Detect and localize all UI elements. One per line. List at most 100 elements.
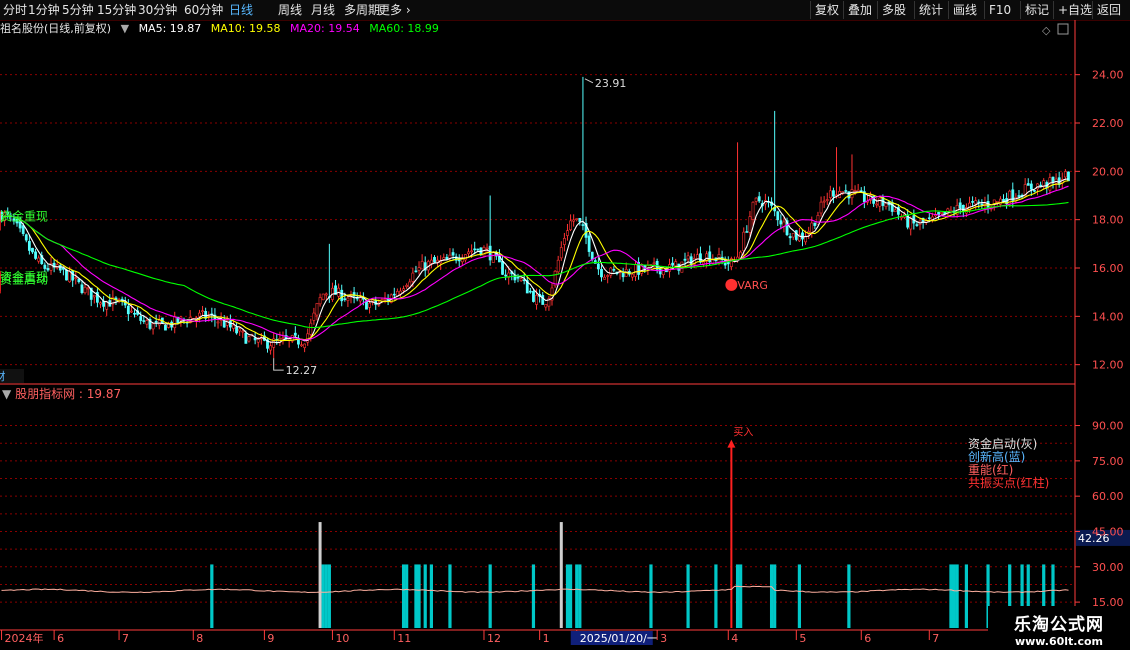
indicator-bar-cyan: [488, 564, 492, 628]
x-tick-label: 8: [196, 632, 203, 645]
candle-body: [256, 338, 260, 343]
indicator-bar-cyan: [448, 564, 452, 628]
diamond-icon[interactable]: ◇: [1042, 24, 1051, 37]
indicator-bar-cyan: [405, 564, 409, 628]
x-tick-label: 9: [267, 632, 274, 645]
candle-body: [65, 269, 68, 281]
candle-body: [99, 302, 102, 305]
candle-body: [293, 332, 297, 336]
candle-body: [683, 258, 687, 261]
indicator-bar-cyan: [773, 564, 777, 628]
window-icon[interactable]: [1057, 23, 1069, 35]
indicator-panel: 买入42.26: [1, 427, 1130, 628]
candle-body: [794, 230, 798, 240]
candle-body: [324, 293, 328, 296]
candle-body: [343, 298, 347, 300]
indicator-bar-cyan: [769, 564, 774, 628]
y-tick-label: 16.00: [1092, 262, 1124, 275]
candle-body: [238, 328, 242, 332]
candle-body: [504, 274, 508, 277]
indicator-bar-cyan: [735, 564, 740, 628]
candle-body: [745, 231, 749, 233]
candle-body: [748, 216, 752, 233]
candle-body: [476, 248, 480, 251]
indicator-bar-cyan: [414, 564, 418, 628]
watermark-title: 乐淘公式网: [1014, 615, 1104, 635]
chevron-down-icon[interactable]: ▼: [2, 387, 11, 401]
candle-body: [31, 247, 34, 253]
indicator-bar-cyan: [423, 564, 427, 628]
indicator-title: 股朋指标网 : 19.87: [15, 387, 122, 401]
candle-body: [222, 320, 226, 328]
candle-body: [309, 322, 313, 335]
indicator-bar-cyan: [955, 564, 959, 628]
candle-body: [86, 287, 90, 290]
candle-body: [853, 190, 857, 192]
indicator-bar-cyan: [531, 564, 536, 628]
candle-body: [198, 312, 201, 317]
candle-body: [603, 276, 606, 280]
candle-body: [980, 203, 984, 206]
candle-body: [884, 202, 888, 207]
indicator-title-bar: ▼ 股朋指标网 : 19.87: [2, 386, 121, 402]
candle-body: [596, 263, 600, 270]
candle-body: [420, 261, 424, 270]
candle-body: [699, 253, 702, 263]
candle-body: [810, 222, 814, 233]
x-tick-label: 11: [397, 632, 411, 645]
candle-body: [442, 257, 446, 260]
y-tick-label: 60.00: [1092, 490, 1124, 503]
indicator-bar-cyan: [578, 564, 582, 628]
candle-body: [652, 262, 656, 265]
x-tick-label: 10: [335, 632, 349, 645]
candle-body: [151, 323, 155, 330]
chart-canvas[interactable]: 23.9112.27资金启动资金重现资金重现VARG$增龙虎涨$财 买入42.2…: [0, 0, 1130, 650]
candle-body: [519, 278, 523, 281]
candle-body: [1063, 171, 1067, 178]
candle-body: [878, 197, 882, 207]
low-label: 12.27: [286, 364, 318, 377]
candle-body: [37, 257, 41, 262]
candle-body: [587, 235, 591, 252]
candle-body: [74, 277, 78, 279]
x-tick-label: 4: [731, 632, 738, 645]
candle-body: [742, 231, 746, 252]
candle-body: [788, 236, 792, 239]
candle-body: [216, 321, 220, 324]
candle-body: [133, 312, 136, 315]
x-tick-label: 12: [487, 632, 501, 645]
x-tick-label: 7: [932, 632, 939, 645]
candle-body: [1033, 190, 1036, 192]
candle-body: [34, 251, 37, 259]
candle-body: [383, 298, 387, 301]
candle-body: [164, 324, 167, 331]
candle-body: [201, 310, 204, 313]
x-tick-label: 2024年: [5, 631, 44, 645]
indicator-bar-cyan: [686, 564, 690, 628]
candle-body: [528, 290, 532, 293]
candle-body: [491, 252, 495, 263]
candle-body: [411, 272, 415, 282]
indicator-bar-cyan: [429, 564, 434, 628]
high-pointer: [584, 78, 594, 84]
candle-body: [961, 204, 965, 212]
indicator-bar-cyan: [649, 564, 653, 628]
y-tick-label: 24.00: [1092, 69, 1124, 82]
y-tick-label: 75.00: [1092, 455, 1124, 468]
indicator-bar-cyan: [568, 564, 573, 628]
candle-body: [241, 330, 245, 333]
candle-body: [893, 209, 897, 213]
candle-body: [126, 305, 130, 315]
candle-body: [606, 275, 610, 277]
candle-body: [368, 302, 371, 308]
indicator-bar-cyan: [714, 564, 718, 628]
candle-body: [832, 190, 835, 197]
indicator-bar-cyan: [327, 564, 331, 628]
candle-body: [915, 224, 919, 226]
candle-body: [556, 259, 560, 273]
ma20-line: [1, 185, 1069, 341]
low-pointer: [273, 358, 284, 371]
candle-body: [228, 320, 232, 328]
candle-body: [702, 261, 705, 265]
indicator-bar-cyan: [797, 564, 802, 628]
